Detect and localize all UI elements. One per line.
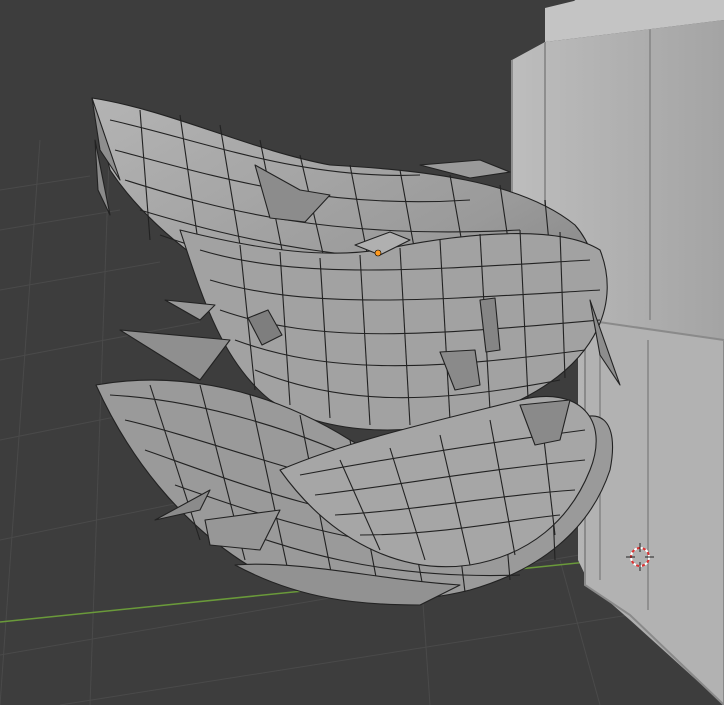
selected-vertex[interactable] — [374, 249, 382, 257]
hair-spike-left-1[interactable] — [119, 329, 231, 381]
viewport-canvas[interactable] — [0, 0, 724, 705]
3d-viewport[interactable] — [0, 0, 724, 705]
